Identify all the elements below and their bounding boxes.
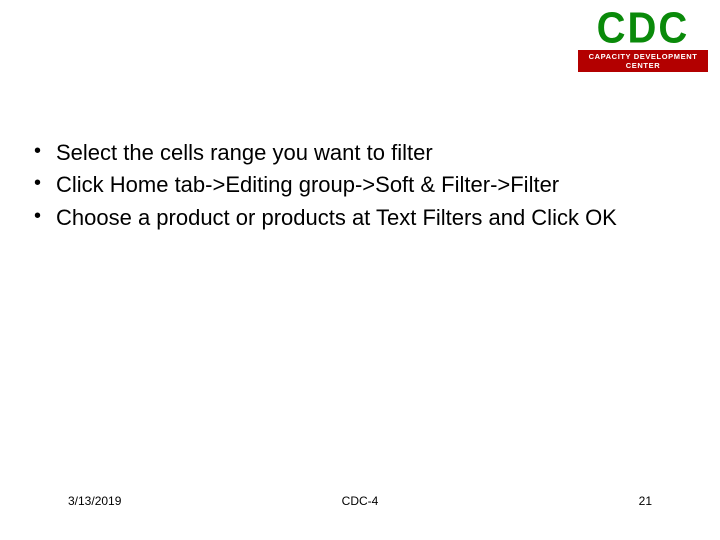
- slide-content: Select the cells range you want to filte…: [28, 138, 692, 235]
- footer-page-number: 21: [639, 494, 652, 508]
- list-item: Choose a product or products at Text Fil…: [28, 203, 692, 233]
- footer-date: 3/13/2019: [68, 494, 121, 508]
- slide-footer: 3/13/2019 CDC-4 21: [0, 494, 720, 508]
- list-item: Select the cells range you want to filte…: [28, 138, 692, 168]
- logo-subtitle: CAPACITY DEVELOPMENT CENTER: [578, 50, 708, 72]
- footer-center: CDC-4: [342, 494, 379, 508]
- cdc-logo: CDC CAPACITY DEVELOPMENT CENTER: [578, 8, 708, 72]
- list-item: Click Home tab->Editing group->Soft & Fi…: [28, 170, 692, 200]
- instruction-list: Select the cells range you want to filte…: [28, 138, 692, 233]
- logo-main-text: CDC: [578, 6, 708, 50]
